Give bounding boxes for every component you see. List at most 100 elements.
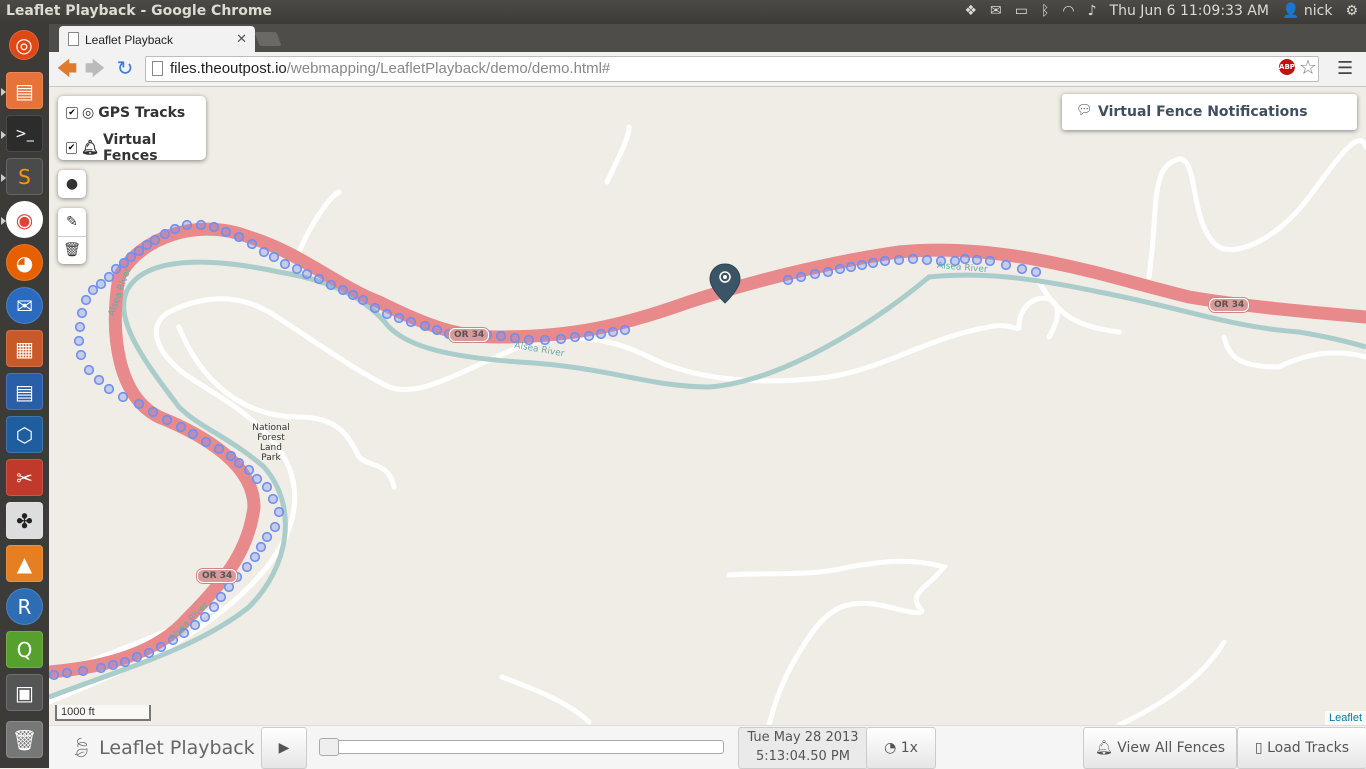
- chrome-icon[interactable]: ◉: [6, 201, 43, 238]
- track-point: [405, 316, 417, 328]
- battery-icon[interactable]: ▭: [1015, 3, 1028, 19]
- track-point: [337, 284, 349, 296]
- close-icon[interactable]: ✕: [236, 31, 247, 47]
- view-all-fences-button[interactable]: 🔔︎ View All Fences: [1083, 727, 1237, 769]
- track-point: [984, 255, 996, 267]
- track-point: [255, 541, 267, 553]
- impress-icon[interactable]: ▦: [6, 330, 43, 367]
- menu-icon[interactable]: ☰: [1337, 58, 1353, 79]
- settings-icon[interactable]: ✂: [6, 459, 43, 496]
- window-title: Leaflet Playback - Google Chrome: [6, 3, 272, 19]
- wifi-icon[interactable]: ◠: [1062, 3, 1074, 19]
- track-point: [200, 436, 212, 448]
- track-point: [187, 428, 199, 440]
- track-point: [76, 307, 88, 319]
- track-point: [95, 662, 107, 674]
- brand-label: Leaflet Playback: [99, 737, 255, 759]
- thunderbird-icon[interactable]: ✉: [6, 287, 43, 324]
- place-label: National Forest Land Park: [252, 423, 290, 463]
- track-point: [117, 391, 129, 403]
- track-point: [569, 331, 581, 343]
- track-point: [867, 257, 879, 269]
- track-point: [220, 226, 232, 238]
- running-indicator: [1, 217, 6, 225]
- record-button[interactable]: ●: [58, 170, 86, 198]
- bookmark-star-icon[interactable]: ☆: [1299, 55, 1317, 79]
- trash-icon[interactable]: 🗑: [6, 721, 43, 758]
- track-point: [921, 254, 933, 266]
- url-text: files.theoutpost.io/webmapping/LeafletPl…: [170, 60, 610, 77]
- user-icon: 👤: [1281, 3, 1300, 19]
- track-point: [155, 641, 167, 653]
- route-shield: OR 34: [449, 328, 490, 342]
- gear-icon[interactable]: ⚙: [1345, 3, 1358, 19]
- terminal-icon[interactable]: >_: [6, 115, 43, 152]
- layer-toggle-gps-tracks[interactable]: ✔ ◎ GPS Tracks: [66, 105, 185, 121]
- map-marker-icon[interactable]: [709, 263, 741, 305]
- track-point: [313, 273, 325, 285]
- track-point: [845, 261, 857, 273]
- track-point: [495, 330, 507, 342]
- launcher: ◎ ▤ >_ S ◉ ◕ ✉ ▦ ▤ ⬡ ✂ ✤ ▲ R Q ▣ 🗑: [0, 24, 49, 768]
- workspace-icon[interactable]: ▣: [6, 674, 43, 711]
- track-point: [233, 231, 245, 243]
- track-point: [141, 239, 153, 251]
- windmill-icon[interactable]: ✤: [6, 502, 43, 539]
- browser-toolbar: 🡄 🡆 ↻ files.theoutpost.io/webmapping/Lea…: [49, 52, 1366, 87]
- track-point: [555, 333, 567, 345]
- track-point: [73, 335, 85, 347]
- bluetooth-icon[interactable]: ᛒ: [1041, 3, 1049, 19]
- track-point: [93, 374, 105, 386]
- mail-icon[interactable]: ✉: [990, 3, 1002, 19]
- reload-button[interactable]: ↻: [113, 57, 137, 81]
- track-point: [208, 221, 220, 233]
- virtualbox-icon[interactable]: ⬡: [6, 416, 43, 453]
- files-icon[interactable]: ▤: [6, 72, 43, 109]
- chat-icon: 💬︎: [1076, 103, 1093, 118]
- bell-icon: 🔔︎: [1094, 740, 1113, 756]
- track-point: [619, 324, 631, 336]
- layer-label: GPS Tracks: [98, 105, 186, 121]
- track-point: [795, 271, 807, 283]
- slider-handle[interactable]: [319, 738, 339, 756]
- track-point: [133, 398, 145, 410]
- speed-button[interactable]: ◔ 1x: [866, 727, 936, 769]
- browser-tab[interactable]: Leaflet Playback ✕: [59, 26, 255, 52]
- track-point: [268, 251, 280, 263]
- virtual-fence-notifications-button[interactable]: 💬︎ Virtual Fence Notifications: [1062, 94, 1357, 130]
- play-button[interactable]: ▶: [261, 727, 307, 769]
- writer-icon[interactable]: ▤: [6, 373, 43, 410]
- track-point: [225, 450, 237, 462]
- track-point: [175, 421, 187, 433]
- vlc-icon[interactable]: ▲: [6, 545, 43, 582]
- back-button[interactable]: 🡄: [55, 57, 79, 81]
- checkbox[interactable]: ✔: [66, 107, 78, 119]
- tab-title: Leaflet Playback: [85, 33, 174, 47]
- r-icon[interactable]: R: [6, 588, 43, 625]
- clock-indicator[interactable]: Thu Jun 6 11:09:33 AM: [1110, 3, 1269, 19]
- track-point: [809, 268, 821, 280]
- sublime-icon[interactable]: S: [6, 158, 43, 195]
- new-tab-button[interactable]: [254, 32, 282, 46]
- dash-icon[interactable]: ◎: [9, 30, 39, 60]
- play-icon: ▶: [278, 740, 290, 756]
- qgis-icon[interactable]: Q: [6, 631, 43, 668]
- attribution-link[interactable]: Leaflet: [1324, 711, 1366, 725]
- checkbox[interactable]: ✔: [66, 142, 78, 154]
- address-bar[interactable]: files.theoutpost.io/webmapping/LeafletPl…: [145, 56, 1319, 82]
- edit-layers-button[interactable]: ✎: [58, 208, 86, 237]
- delete-layers-button[interactable]: 🗑: [58, 236, 86, 264]
- layer-toggle-virtual-fences[interactable]: ✔ 🔔︎ Virtual Fences: [66, 132, 206, 164]
- load-tracks-button[interactable]: ▯ Load Tracks: [1237, 727, 1366, 769]
- volume-icon[interactable]: ♪: [1088, 3, 1097, 19]
- map-view[interactable]: OR 34 OR 34 OR 34 Alsea River Alsea Rive…: [49, 87, 1366, 725]
- adblock-icon[interactable]: ABP: [1279, 59, 1295, 75]
- track-point: [782, 274, 794, 286]
- forward-button[interactable]: 🡆: [83, 57, 107, 81]
- user-indicator[interactable]: 👤 nick: [1282, 3, 1332, 19]
- playback-slider[interactable]: [319, 738, 724, 756]
- track-point: [261, 481, 273, 493]
- dropbox-icon[interactable]: ❖: [964, 3, 977, 19]
- firefox-icon[interactable]: ◕: [6, 244, 43, 281]
- map-canvas: [49, 124, 1366, 725]
